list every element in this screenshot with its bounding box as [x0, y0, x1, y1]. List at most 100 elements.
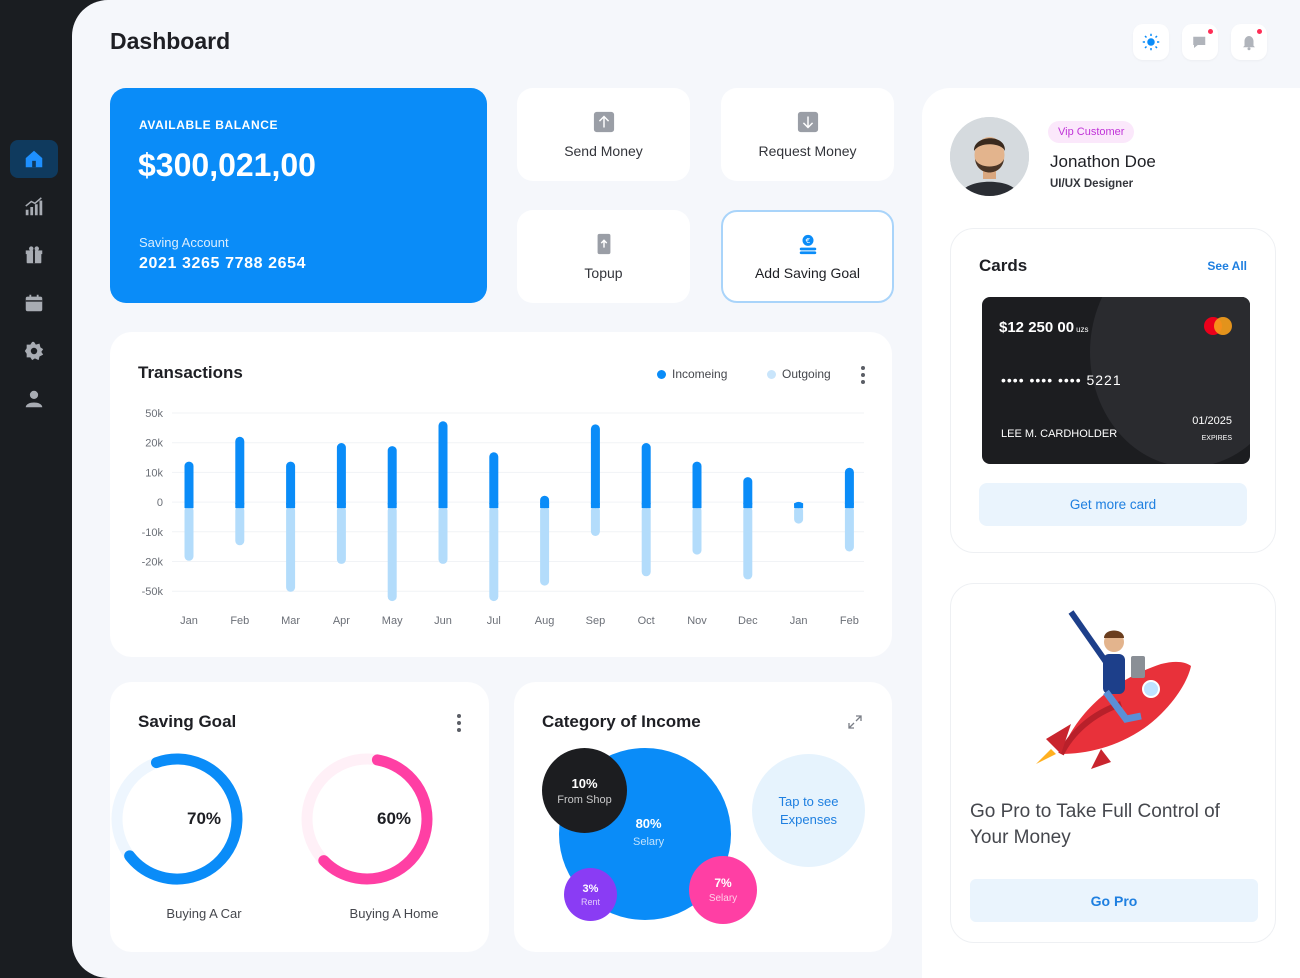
- cards-title: Cards: [979, 256, 1028, 275]
- main-content: Dashboard AVAILABLE BALANCE $300,021,00 …: [72, 0, 1300, 978]
- goal-percent-car: 70%: [186, 809, 222, 828]
- bar-incoming: [692, 461, 702, 509]
- bar-incoming-base: [794, 503, 804, 509]
- notifications-button[interactable]: [1231, 24, 1267, 60]
- bar-outgoing: [794, 506, 804, 524]
- nav-settings[interactable]: [10, 332, 58, 370]
- gear-icon: [24, 341, 44, 361]
- topup-label: Topup: [584, 264, 623, 281]
- bar-incoming-base: [387, 503, 397, 509]
- topup-button[interactable]: Topup: [517, 210, 690, 303]
- see-all-link[interactable]: See All: [1207, 259, 1247, 273]
- tap-expenses-label: Tap to see Expenses: [778, 793, 839, 827]
- notification-dot: [1257, 29, 1262, 34]
- add-saving-goal-button[interactable]: € Add Saving Goal: [721, 210, 894, 303]
- tap-expenses-button[interactable]: Tap to see Expenses: [752, 754, 865, 867]
- y-tick-label: -50k: [142, 586, 164, 598]
- saving-goal-card: Saving Goal 70% Buying A Car 60% Buying …: [110, 682, 489, 952]
- account-number: 2021 3265 7788 2654: [139, 255, 307, 272]
- bar-incoming-base: [540, 503, 550, 509]
- bar-outgoing: [641, 506, 651, 577]
- bar-outgoing: [336, 506, 346, 564]
- nav-profile[interactable]: [10, 380, 58, 418]
- go-pro-button[interactable]: Go Pro: [970, 879, 1258, 922]
- bar-outgoing: [387, 506, 397, 602]
- bar-outgoing: [844, 506, 854, 552]
- theme-toggle-button[interactable]: [1133, 24, 1169, 60]
- bar-incoming-base: [692, 503, 702, 509]
- x-tick-label: Jun: [434, 615, 452, 627]
- bar-incoming-base: [743, 503, 753, 509]
- vip-badge: Vip Customer: [1048, 121, 1135, 143]
- y-tick-label: -10k: [142, 527, 164, 539]
- avatar[interactable]: [950, 117, 1029, 196]
- x-tick-label: Oct: [638, 615, 655, 627]
- balance-label: AVAILABLE BALANCE: [139, 118, 279, 132]
- sidebar: [0, 0, 72, 978]
- promo-text: Go Pro to Take Full Control of Your Mone…: [970, 801, 1220, 848]
- request-money-button[interactable]: Request Money: [721, 88, 894, 181]
- bubble-selary-7[interactable]: 7% Selary: [689, 856, 757, 924]
- nav-analytics[interactable]: [10, 188, 58, 226]
- bar-incoming-base: [590, 503, 600, 509]
- bubble-selary-label: Selary: [708, 893, 738, 904]
- goal-label-car: Buying A Car: [166, 906, 242, 921]
- chat-icon: [1193, 36, 1206, 48]
- send-money-button[interactable]: Send Money: [517, 88, 690, 181]
- balance-card: AVAILABLE BALANCE $300,021,00 Saving Acc…: [110, 88, 487, 303]
- bubble-rent-label: Rent: [580, 896, 600, 907]
- category-income-card: Category of Income 80% Selary 10% From S…: [514, 682, 892, 952]
- arrow-down-icon: [797, 111, 818, 132]
- bubble-shop[interactable]: 10% From Shop: [542, 748, 627, 833]
- calendar-icon: [25, 294, 43, 312]
- bar-incoming-base: [438, 503, 448, 509]
- gift-icon: [25, 246, 43, 264]
- transactions-card: Transactions Incomeing Outgoing 50k 20k 10…: [110, 332, 892, 657]
- sun-icon: [1142, 33, 1160, 51]
- credit-card[interactable]: $12 250 00 uzs •••• •••• •••• 5221 LEE M.…: [982, 297, 1250, 464]
- messages-button[interactable]: [1182, 24, 1218, 60]
- bar-incoming: [590, 424, 600, 509]
- get-more-card-button[interactable]: Get more card: [979, 483, 1247, 526]
- arrow-up-icon: [593, 111, 614, 132]
- x-tick-label: Feb: [230, 615, 249, 627]
- nav-calendar[interactable]: [10, 284, 58, 322]
- bar-incoming-base: [844, 503, 854, 509]
- bar-outgoing: [184, 506, 194, 561]
- bar-incoming: [641, 443, 651, 509]
- nav-gifts[interactable]: [10, 236, 58, 274]
- nav-home[interactable]: [10, 140, 58, 178]
- coin-stack-icon: €: [799, 234, 816, 254]
- x-tick-label: Apr: [333, 615, 350, 627]
- bar-incoming: [489, 452, 499, 509]
- bubble-selary-percent: 7%: [714, 876, 732, 890]
- bubble-salary-label: Selary: [633, 836, 665, 848]
- account-label: Saving Account: [139, 235, 229, 250]
- x-tick-label: Mar: [281, 615, 300, 627]
- x-tick-label: Jan: [180, 615, 198, 627]
- balance-amount: $300,021,00: [138, 147, 316, 183]
- card-balance: $12 250 00 uzs: [999, 319, 1089, 336]
- transactions-chart: 50k 20k 10k 0 -10k -20k -50k Jan Feb Mar Apr May Jun…: [142, 408, 864, 627]
- bar-incoming: [844, 467, 854, 509]
- send-money-label: Send Money: [564, 142, 643, 159]
- bar-incoming: [387, 446, 397, 509]
- profile-role: UI/UX Designer: [1050, 178, 1134, 190]
- category-title: Category of Income: [542, 712, 701, 731]
- bubble-rent-percent: 3%: [582, 882, 599, 895]
- bar-incoming-base: [235, 503, 245, 509]
- x-tick-label: Dec: [738, 615, 758, 627]
- right-panel: Vip Customer Jonathon Doe UI/UX Designer…: [922, 88, 1300, 978]
- bubble-rent[interactable]: 3% Rent: [564, 868, 617, 921]
- y-tick-label: 50k: [145, 408, 163, 420]
- y-tick-label: 0: [157, 497, 163, 509]
- bar-outgoing: [286, 506, 296, 592]
- mastercard-icon: [1204, 317, 1232, 335]
- x-tick-label: Jan: [790, 615, 808, 627]
- y-tick-label: 10k: [145, 467, 163, 479]
- bar-outgoing: [235, 506, 245, 546]
- bar-incoming-base: [489, 503, 499, 509]
- expand-icon[interactable]: [848, 715, 862, 729]
- user-icon: [25, 390, 43, 408]
- x-tick-label: Sep: [586, 615, 606, 627]
